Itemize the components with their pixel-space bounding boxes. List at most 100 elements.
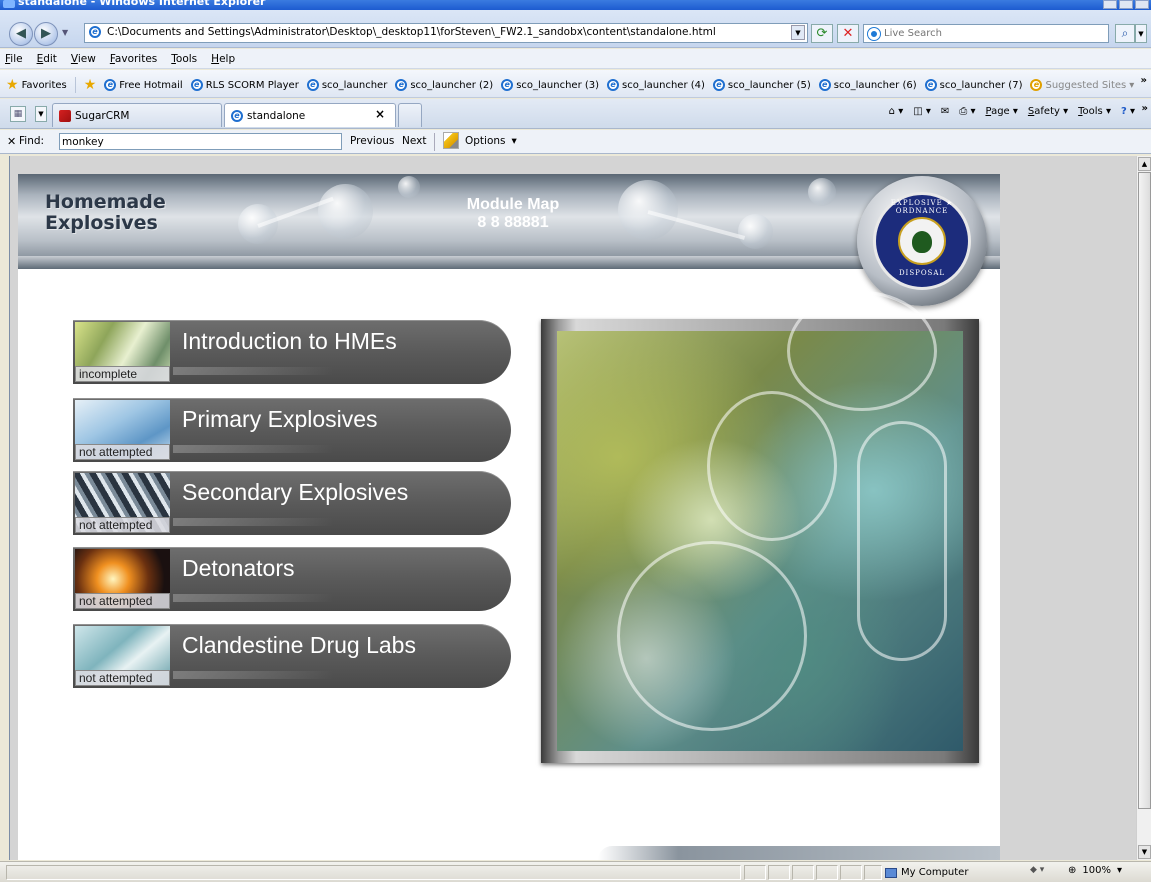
new-tab-button[interactable] [398, 103, 422, 127]
protected-mode-button[interactable]: ◆ ▾ [1030, 865, 1044, 875]
fav-link-sco-launcher-4[interactable]: e sco_launcher (4) [607, 79, 705, 91]
fav-link-sco-launcher-3[interactable]: e sco_launcher (3) [501, 79, 599, 91]
molecule-decoration [398, 176, 420, 198]
tab-list-dropdown[interactable]: ▼ [35, 106, 47, 122]
page-menu-label: Page [985, 106, 1010, 117]
zoom-level: 100% [1082, 865, 1111, 876]
flask-decoration [617, 541, 807, 731]
minimize-button[interactable] [1103, 0, 1117, 9]
module-title: Primary Explosives [182, 406, 378, 432]
eod-seal-logo: EXPLOSIVE ★ ORDNANCE DISPOSAL [857, 176, 987, 306]
find-input[interactable] [59, 133, 342, 150]
close-find-bar-button[interactable]: ✕ [7, 135, 16, 148]
print-button[interactable]: ⎙ ▾ [959, 106, 975, 117]
find-previous-button[interactable]: Previous [350, 135, 394, 147]
security-zone[interactable]: My Computer [885, 865, 968, 880]
fav-link-hotmail[interactable]: e Free Hotmail [104, 79, 183, 91]
seal-inner-ring: EXPLOSIVE ★ ORDNANCE DISPOSAL [873, 192, 971, 290]
course-stage: Homemade Explosives Module Map 8 8 88881… [18, 174, 1000, 860]
fav-link-rls-scorm[interactable]: e RLS SCORM Player [190, 79, 299, 91]
module-map-title: Module Map [466, 196, 560, 213]
favorites-button[interactable]: ★ Favorites [6, 77, 67, 93]
command-overflow-button[interactable]: » [1142, 103, 1148, 114]
scroll-thumb[interactable] [1138, 172, 1151, 809]
menu-help[interactable]: Help [211, 53, 235, 65]
module-button-secondary-explosives[interactable]: not attempted Secondary Explosives [73, 471, 511, 535]
home-icon: ⌂ [888, 106, 896, 117]
menu-view[interactable]: View [71, 53, 96, 65]
fav-link-label: sco_launcher (4) [622, 79, 705, 91]
zoom-icon: ⊕ [1068, 865, 1077, 876]
favorites-label: Favorites [21, 79, 67, 91]
menu-favorites[interactable]: Favorites [110, 53, 157, 65]
vertical-scrollbar[interactable]: ▲ ▼ [1136, 156, 1151, 860]
fav-link-sco-launcher-5[interactable]: e sco_launcher (5) [712, 79, 811, 91]
module-status: incomplete [75, 366, 170, 382]
page-menu[interactable]: Page ▾ [985, 106, 1017, 117]
ie-page-icon: e [818, 79, 831, 91]
search-go-button[interactable]: ⌕ [1115, 24, 1135, 43]
status-cell [768, 865, 790, 880]
tab-standalone[interactable]: e standalone × [224, 103, 396, 127]
add-favorites-icon[interactable]: ★ [84, 77, 97, 93]
forward-button[interactable]: ▶ [34, 22, 58, 46]
help-icon: ? [1120, 106, 1127, 117]
help-button[interactable]: ? ▾ [1121, 106, 1135, 117]
lab-glassware-photo [557, 291, 963, 751]
safety-menu-label: Safety [1027, 106, 1060, 117]
tools-menu[interactable]: Tools ▾ [1078, 106, 1111, 117]
stop-icon: ✕ [842, 26, 854, 41]
address-field[interactable]: e C:\Documents and Settings\Administrato… [84, 23, 808, 43]
module-button-intro-hmes[interactable]: incomplete Introduction to HMEs [73, 320, 511, 384]
fav-link-suggested-sites[interactable]: e Suggested Sites ▾ [1030, 79, 1134, 91]
close-tab-button[interactable]: × [375, 107, 385, 121]
module-button-primary-explosives[interactable]: not attempted Primary Explosives [73, 398, 511, 462]
close-window-button[interactable] [1135, 0, 1149, 9]
module-button-clandestine-drug-labs[interactable]: not attempted Clandestine Drug Labs [73, 624, 511, 688]
ie-window-icon [3, 0, 15, 8]
fav-link-sco-launcher[interactable]: e sco_launcher [306, 79, 387, 91]
maximize-button[interactable] [1119, 0, 1133, 9]
menu-tools[interactable]: Tools [171, 53, 197, 65]
favorites-overflow-button[interactable]: » [1141, 75, 1147, 86]
fav-link-label: Free Hotmail [119, 79, 183, 91]
zoom-button[interactable]: ⊕ 100% ▾ [1068, 865, 1122, 876]
address-dropdown[interactable]: ▼ [791, 25, 805, 40]
computer-zone-icon [885, 867, 897, 878]
address-value[interactable]: C:\Documents and Settings\Administrator\… [107, 26, 716, 38]
ie-page-icon: e [924, 79, 937, 91]
forward-arrow-icon: ▶ [41, 26, 51, 41]
search-options-dropdown[interactable]: ▼ [1135, 24, 1147, 43]
live-search-box[interactable] [863, 24, 1109, 43]
refresh-button[interactable]: ⟳ [811, 24, 833, 43]
home-button[interactable]: ⌂ ▾ [889, 106, 904, 117]
live-search-input[interactable] [884, 26, 1104, 41]
module-title: Detonators [182, 555, 295, 581]
stop-button[interactable]: ✕ [837, 24, 859, 43]
recent-pages-dropdown[interactable]: ▼ [62, 28, 68, 37]
window-controls [1103, 0, 1149, 9]
find-next-button[interactable]: Next [402, 135, 426, 147]
back-button[interactable]: ◀ [9, 22, 33, 46]
fav-link-sco-launcher-6[interactable]: e sco_launcher (6) [818, 79, 917, 91]
tab-sugarcrm[interactable]: SugarCRM [52, 103, 222, 127]
quick-tabs-button[interactable]: ▦ [10, 106, 26, 122]
ie-page-icon: e [395, 79, 408, 91]
scroll-up-button[interactable]: ▲ [1138, 157, 1151, 171]
menu-file[interactable]: File [5, 53, 23, 65]
status-cell [816, 865, 838, 880]
module-title: Clandestine Drug Labs [182, 632, 416, 658]
fav-link-label: sco_launcher (5) [727, 79, 811, 91]
ie-page-icon: e [231, 109, 243, 122]
fav-link-sco-launcher-7[interactable]: e sco_launcher (7) [924, 79, 1022, 91]
module-button-detonators[interactable]: not attempted Detonators [73, 547, 511, 611]
menu-edit[interactable]: Edit [37, 53, 57, 65]
mail-button[interactable]: ✉ [941, 106, 949, 117]
fav-link-sco-launcher-2[interactable]: e sco_launcher (2) [395, 79, 493, 91]
feeds-button[interactable]: ◫ ▾ [913, 106, 931, 117]
mail-icon: ✉ [940, 106, 950, 117]
find-options-button[interactable]: Options ▾ [443, 132, 517, 149]
safety-menu[interactable]: Safety ▾ [1028, 106, 1068, 117]
scroll-down-button[interactable]: ▼ [1138, 845, 1151, 859]
ie-page-icon: e [501, 79, 514, 91]
